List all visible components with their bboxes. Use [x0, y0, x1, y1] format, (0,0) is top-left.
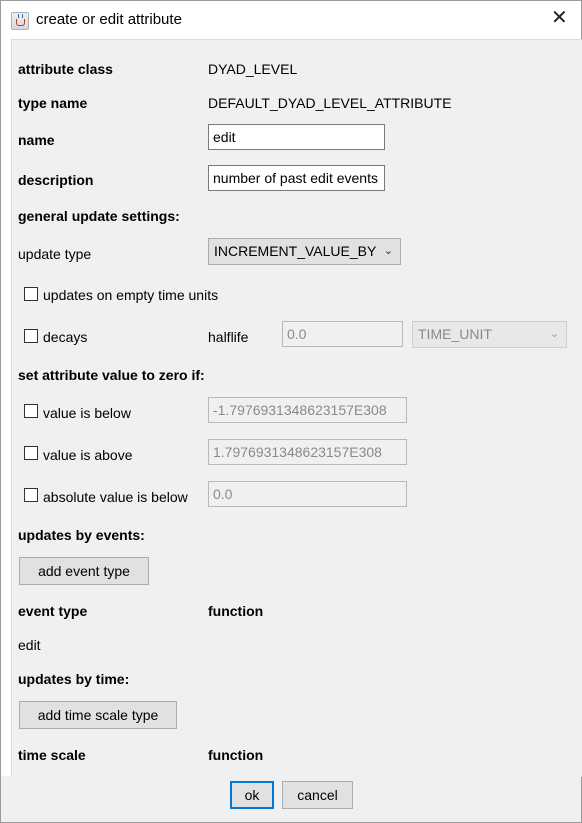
general-update-heading: general update settings:	[18, 208, 180, 224]
halflife-input[interactable]	[282, 321, 403, 347]
time-heading: updates by time:	[18, 671, 130, 687]
value-above-checkbox[interactable]	[24, 446, 38, 460]
time-unit-dropdown[interactable]: TIME_UNIT ⌄	[412, 321, 567, 348]
java-app-icon	[11, 12, 29, 30]
description-label: description	[18, 172, 94, 188]
events-heading: updates by events:	[18, 527, 145, 543]
attribute-class-label: attribute class	[18, 61, 113, 77]
chevron-down-icon: ⌄	[549, 328, 559, 340]
attribute-class-value: DYAD_LEVEL	[208, 61, 298, 77]
event-row-edit: edit	[18, 637, 41, 653]
empty-time-units-label: updates on empty time units	[43, 287, 219, 303]
type-name-label: type name	[18, 95, 88, 111]
value-below-label: value is below	[43, 405, 131, 421]
dialog-window: create or edit attribute ✕ attribute cla…	[0, 0, 582, 823]
value-above-input[interactable]	[208, 439, 407, 465]
zero-settings-heading: set attribute value to zero if:	[18, 367, 205, 383]
add-time-scale-type-button[interactable]: add time scale type	[19, 701, 177, 729]
value-below-input[interactable]	[208, 397, 407, 423]
value-above-label: value is above	[43, 447, 133, 463]
add-event-type-button[interactable]: add event type	[19, 557, 149, 585]
time-function-column-header: function	[208, 747, 264, 763]
update-type-label: update type	[18, 246, 92, 262]
close-icon[interactable]: ✕	[551, 8, 568, 28]
empty-time-units-checkbox[interactable]	[24, 287, 38, 301]
halflife-label: halflife	[208, 329, 249, 345]
window-title: create or edit attribute	[36, 11, 182, 28]
decays-checkbox[interactable]	[24, 329, 38, 343]
decays-label: decays	[43, 329, 88, 345]
update-type-dropdown[interactable]: INCREMENT_VALUE_BY ⌄	[208, 238, 401, 265]
dialog-footer: ok cancel	[1, 776, 581, 822]
time-unit-value: TIME_UNIT	[418, 326, 492, 342]
type-name-value: DEFAULT_DYAD_LEVEL_ATTRIBUTE	[208, 95, 452, 111]
cancel-button[interactable]: cancel	[282, 781, 353, 809]
event-function-column-header: function	[208, 603, 264, 619]
description-input[interactable]	[208, 165, 385, 191]
value-below-checkbox[interactable]	[24, 404, 38, 418]
chevron-down-icon: ⌄	[383, 245, 393, 257]
attribute-form-panel: attribute class DYAD_LEVEL type name DEF…	[11, 39, 582, 777]
name-label: name	[18, 132, 55, 148]
abs-below-input[interactable]	[208, 481, 407, 507]
abs-below-checkbox[interactable]	[24, 488, 38, 502]
ok-button[interactable]: ok	[230, 781, 274, 809]
time-scale-column-header: time scale	[18, 747, 86, 763]
title-bar[interactable]: create or edit attribute ✕	[1, 1, 581, 39]
event-type-column-header: event type	[18, 603, 88, 619]
name-input[interactable]	[208, 124, 385, 150]
update-type-value: INCREMENT_VALUE_BY	[214, 243, 377, 259]
abs-below-label: absolute value is below	[43, 489, 188, 505]
